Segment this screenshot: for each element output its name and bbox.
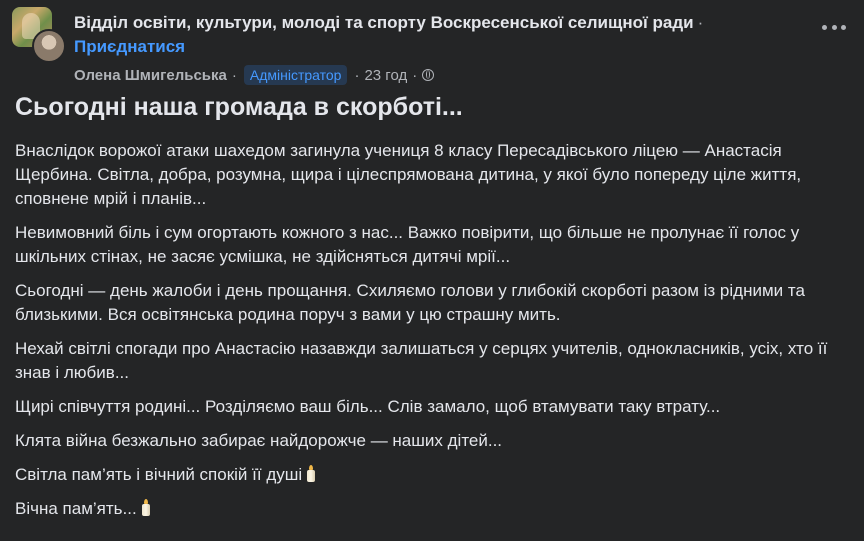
candle-icon xyxy=(306,465,316,482)
role-badge: Адміністратор xyxy=(243,65,348,85)
group-name-row: Відділ освіти, культури, молоді та спорт… xyxy=(74,13,703,33)
author-avatar[interactable] xyxy=(32,29,66,63)
post-paragraph-text: Вічна пам’ять... xyxy=(15,499,137,518)
more-options-icon[interactable] xyxy=(822,19,846,35)
separator-dot: · xyxy=(354,66,360,84)
separator-dot: · xyxy=(697,13,704,32)
dot-icon xyxy=(841,24,846,30)
post-paragraph: Внаслідок ворожої атаки шахедом загинула… xyxy=(15,141,802,208)
post-meta: Олена Шмигельська · Адміністратор · 23 г… xyxy=(74,65,435,85)
post-paragraph: Невимовний біль і сум огортають кожного … xyxy=(15,223,800,266)
candle-icon xyxy=(141,499,150,516)
post-paragraph-text: Світла пам’ять і вічний спокій її душі xyxy=(15,465,303,484)
author-name-link[interactable]: Олена Шмигельська xyxy=(74,67,227,84)
dot-icon xyxy=(822,24,827,30)
post-paragraph: Щирі співчуття родині... Розділяємо ваш … xyxy=(15,397,721,416)
separator-dot: · xyxy=(412,66,418,84)
post-body: Внаслідок ворожої атаки шахедом загинула… xyxy=(15,139,857,531)
globe-icon[interactable] xyxy=(422,69,435,81)
join-group-link[interactable]: Приєднатися xyxy=(74,37,185,57)
post-header: Відділ освіти, культури, молоді та спорт… xyxy=(12,7,852,87)
post-title: Сьогодні наша громада в скорботі... xyxy=(15,93,463,121)
group-name-link[interactable]: Відділ освіти, культури, молоді та спорт… xyxy=(74,13,694,32)
post-paragraph: Нехай світлі спогади про Анастасію назав… xyxy=(15,339,828,382)
post-paragraph-with-candle: Світла пам’ять і вічний спокій її душі xyxy=(15,463,857,487)
post-time-link[interactable]: 23 год xyxy=(364,67,407,84)
post-paragraph: Клята війна безжально забирає найдорожче… xyxy=(15,431,503,450)
post-paragraph-with-candle: Вічна пам’ять... xyxy=(15,497,857,521)
dot-icon xyxy=(831,24,837,30)
separator-dot: · xyxy=(231,66,237,84)
group-avatar-stack[interactable] xyxy=(12,7,66,63)
post-paragraph: Сьогодні — день жалоби і день прощання. … xyxy=(15,281,805,324)
